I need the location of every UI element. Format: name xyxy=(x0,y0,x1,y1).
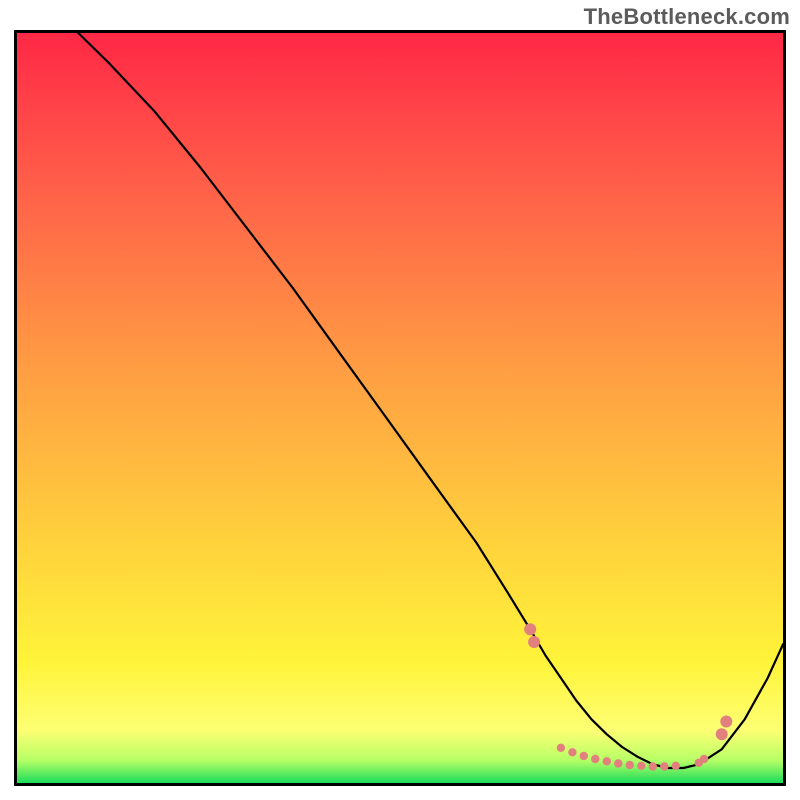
marker-dot xyxy=(580,752,588,760)
marker-dot xyxy=(720,716,732,728)
marker-dot xyxy=(614,759,622,767)
marker-dot xyxy=(700,755,708,763)
marker-dot xyxy=(591,755,599,763)
marker-dot xyxy=(649,762,657,770)
marker-dot xyxy=(603,757,611,765)
marker-dot xyxy=(524,623,536,635)
marker-dot xyxy=(528,636,540,648)
marker-dot xyxy=(672,762,680,770)
marker-dot xyxy=(626,761,634,769)
chart-container: TheBottleneck.com xyxy=(0,0,800,800)
marker-dot xyxy=(637,762,645,770)
marker-dot xyxy=(557,744,565,752)
watermark-text: TheBottleneck.com xyxy=(584,4,790,30)
marker-dot xyxy=(716,728,728,740)
gradient-background xyxy=(17,33,783,783)
marker-dot xyxy=(660,762,668,770)
plot-area xyxy=(14,30,786,786)
marker-dot xyxy=(568,748,576,756)
chart-svg xyxy=(17,33,783,783)
